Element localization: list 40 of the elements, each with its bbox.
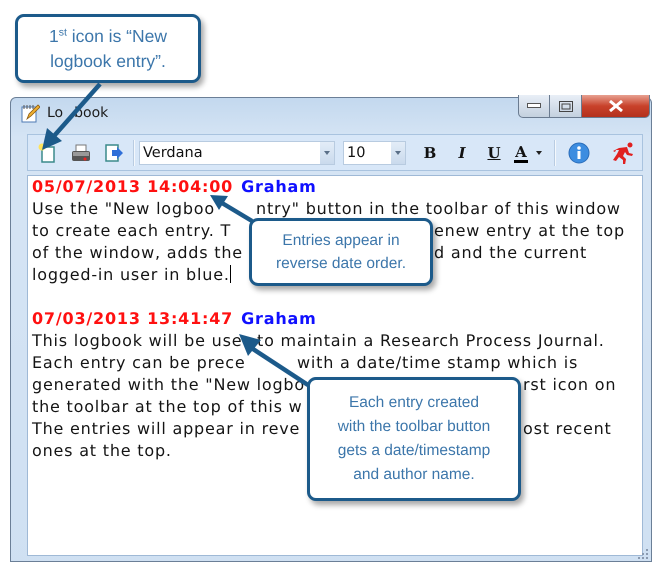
entry-text: This logbook will be use xyxy=(32,331,242,351)
font-dropdown[interactable]: Verdana xyxy=(139,140,335,164)
callout-box: 1$^{st}$ icon is “New logbook entry”. xyxy=(15,14,201,83)
entry-text: ost recent xyxy=(523,419,612,439)
notepad-pencil-icon xyxy=(20,104,40,124)
entry-text: Use the "New logboo xyxy=(32,199,215,219)
callout-box: Each entry created with the toolbar button gets a date/timestamp and author name. xyxy=(307,377,521,501)
minimize-button[interactable] xyxy=(518,95,550,118)
entry-text: generated with the "New logbo xyxy=(32,375,305,395)
entry-text: The entries will appear in reve xyxy=(32,419,300,439)
entry-text: ntry" button in the toolbar of this window xyxy=(256,199,621,219)
entry-text: ones at the top. xyxy=(32,441,172,461)
entry-author: Graham xyxy=(241,308,317,330)
underline-button[interactable]: U xyxy=(482,140,506,166)
size-dropdown[interactable]: 10 xyxy=(343,140,406,164)
entry-text: with a date/time stamp which is xyxy=(297,353,578,373)
entry-author: Graham xyxy=(241,176,317,198)
entry-text: rst icon on xyxy=(523,375,616,395)
maximize-icon xyxy=(558,100,572,112)
entry-text: logged-in user in blue. xyxy=(32,265,232,285)
entry-text: enew entry at the top xyxy=(434,221,625,241)
italic-button[interactable]: I xyxy=(450,140,474,166)
entry-text: of the window, adds the xyxy=(32,243,243,263)
entry-text: the toolbar at the top of this w xyxy=(32,397,303,417)
text-color-button[interactable]: A xyxy=(514,144,528,163)
minimize-icon xyxy=(527,103,541,109)
close-button[interactable] xyxy=(582,95,650,118)
entry-text: d and the current xyxy=(434,243,588,263)
entry-text: Each entry can be prece xyxy=(32,353,246,373)
maximize-button[interactable] xyxy=(550,95,582,118)
entry-timestamp: 05/07/2013 14:04:00 xyxy=(32,176,234,198)
callout-box: Entries appear in reverse date order. xyxy=(249,218,433,286)
entry-text: to maintain a Research Process Journal. xyxy=(257,331,605,351)
entry-text: to create each entry. T xyxy=(32,221,232,241)
close-icon xyxy=(606,100,624,112)
entry-timestamp: 07/03/2013 13:41:47 xyxy=(32,308,234,330)
resize-grip-icon[interactable] xyxy=(638,549,648,559)
bold-button[interactable]: B xyxy=(418,140,442,166)
window-title: Lo xyxy=(47,105,64,121)
caret-icon[interactable] xyxy=(536,150,542,154)
